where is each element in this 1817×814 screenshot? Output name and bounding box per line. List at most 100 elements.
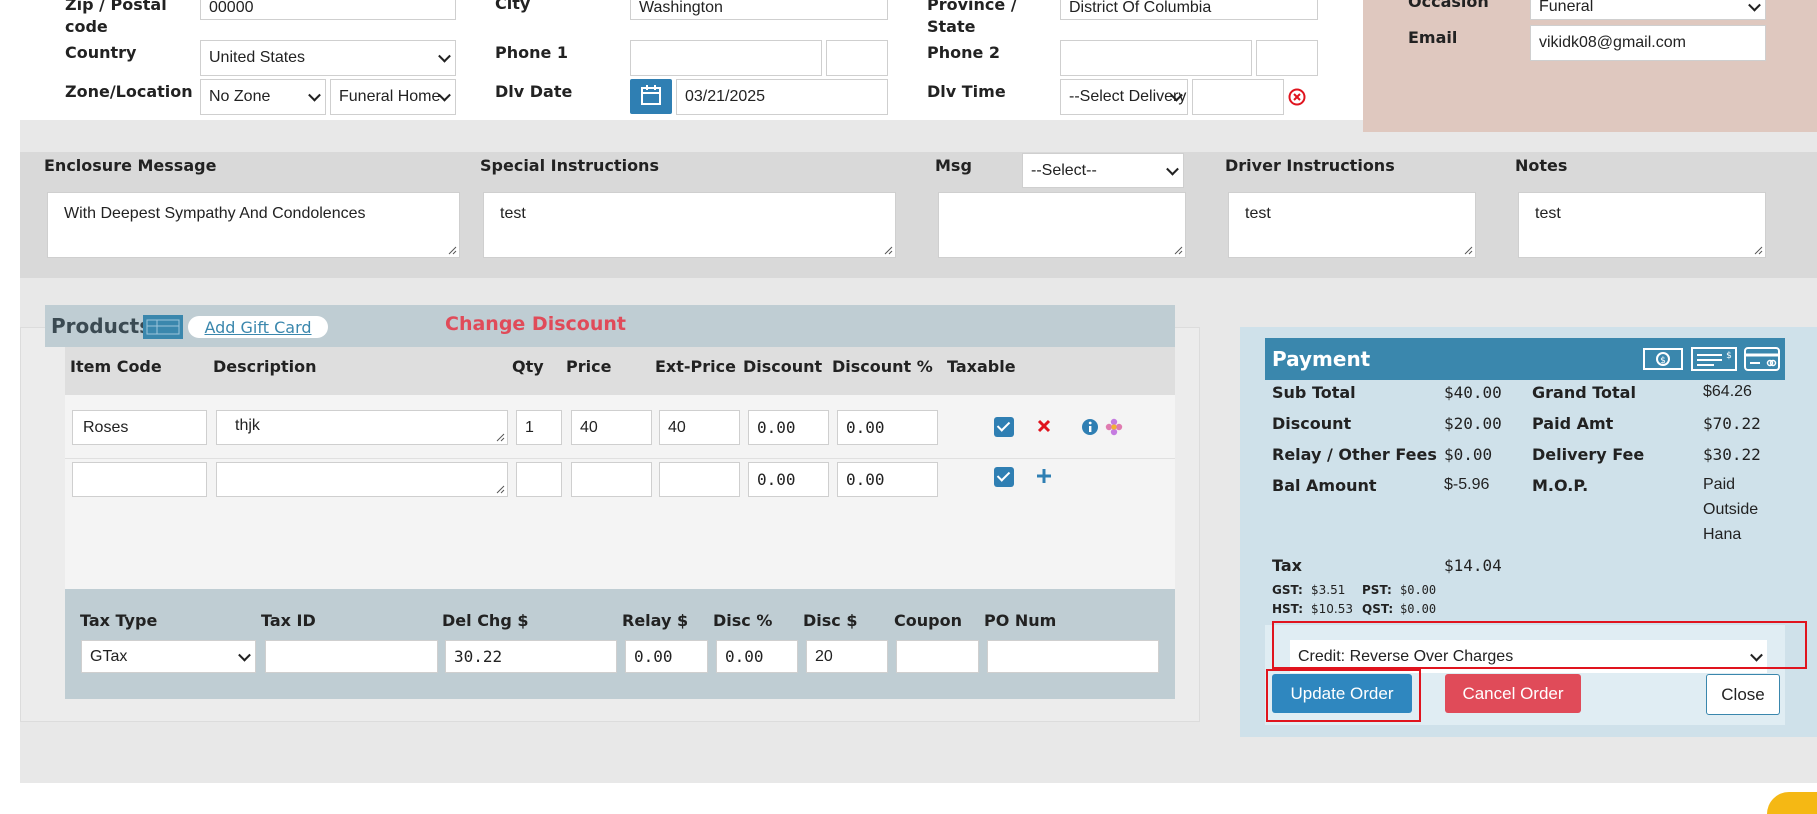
mop-line2: Outside: [1703, 501, 1759, 518]
discount-pct-input-row2[interactable]: 0.00: [837, 462, 938, 497]
special-instructions-textarea[interactable]: test: [483, 192, 896, 258]
disc-pct-input[interactable]: 0.00: [716, 640, 798, 673]
price-input-empty[interactable]: [571, 462, 652, 497]
driver-instructions-textarea[interactable]: test: [1228, 192, 1476, 258]
col-po-num: PO Num: [984, 611, 1057, 630]
del-chg-input[interactable]: 30.22: [445, 640, 617, 673]
discount-input[interactable]: 0.00: [748, 410, 829, 445]
price-input[interactable]: 40: [571, 410, 652, 445]
zip-input[interactable]: 00000: [200, 0, 456, 20]
sub-total-value: $40.00: [1444, 383, 1502, 402]
tax-type-value: GTax: [90, 647, 128, 665]
tax-value: $14.04: [1444, 556, 1502, 575]
chevron-down-icon: [1748, 0, 1761, 12]
mop-label: M.O.P.: [1532, 476, 1589, 495]
special-instructions-label: Special Instructions: [480, 156, 659, 175]
col-coupon: Coupon: [894, 611, 962, 630]
dlv-time-select[interactable]: --Select Delivery: [1060, 79, 1188, 115]
location-select[interactable]: Funeral Home: [330, 79, 456, 115]
col-discount-pct: Discount %: [832, 357, 933, 376]
pst-value: $0.00: [1400, 583, 1437, 597]
resize-handle-icon[interactable]: [1753, 245, 1763, 255]
zone-select[interactable]: No Zone: [200, 79, 326, 115]
chat-widget[interactable]: [1767, 792, 1817, 814]
add-gift-card-link[interactable]: Add Gift Card: [188, 316, 328, 338]
cancel-order-button[interactable]: Cancel Order: [1445, 674, 1581, 713]
hst-label: HST:: [1272, 602, 1304, 616]
occasion-value: Funeral: [1539, 0, 1594, 15]
col-description: Description: [213, 357, 317, 376]
resize-handle-icon[interactable]: [1173, 245, 1183, 255]
enclosure-textarea[interactable]: With Deepest Sympathy And Condolences: [47, 192, 460, 258]
phone2-ext-input[interactable]: [1256, 40, 1318, 76]
enclosure-text: With Deepest Sympathy And Condolences: [64, 205, 366, 222]
add-row-icon[interactable]: [1036, 468, 1052, 484]
driver-instructions-text: test: [1245, 205, 1271, 222]
item-code-input-empty[interactable]: [72, 462, 207, 497]
tax-id-input[interactable]: [265, 640, 438, 673]
coupon-input[interactable]: [896, 640, 979, 673]
dlv-date-input[interactable]: 03/21/2025: [676, 79, 888, 115]
dlv-time-label: Dlv Time: [927, 82, 1006, 101]
item-code-input[interactable]: Roses: [72, 410, 207, 445]
relay-input[interactable]: 0.00: [625, 640, 708, 673]
discount-input-row2[interactable]: 0.00: [748, 462, 829, 497]
resize-handle-icon[interactable]: [495, 432, 505, 442]
resize-handle-icon[interactable]: [495, 484, 505, 494]
qty-input-empty[interactable]: [516, 462, 562, 497]
phone2-input[interactable]: [1060, 40, 1252, 76]
ext-price-input-empty[interactable]: [659, 462, 740, 497]
email-label: Email: [1408, 28, 1458, 47]
resize-handle-icon[interactable]: [883, 245, 893, 255]
chevron-down-icon: [238, 648, 251, 662]
occasion-select[interactable]: Funeral: [1530, 0, 1766, 20]
taxable-checkbox[interactable]: [994, 417, 1014, 437]
paid-amt-label: Paid Amt: [1532, 414, 1614, 433]
phone1-ext-input[interactable]: [826, 40, 888, 76]
disc-amt-input[interactable]: 20: [806, 640, 888, 673]
tax-label: Tax: [1272, 556, 1302, 575]
email-input[interactable]: vikidk08@gmail.com: [1530, 25, 1766, 61]
info-icon[interactable]: [1081, 418, 1099, 436]
tax-type-select[interactable]: GTax: [81, 640, 256, 673]
bal-amount-label: Bal Amount: [1272, 476, 1377, 495]
country-value: United States: [209, 49, 306, 66]
description-textarea[interactable]: thjk: [216, 410, 508, 445]
grand-total-value: $64.26: [1703, 383, 1752, 400]
ext-price-input[interactable]: 40: [659, 410, 740, 445]
phone2-label: Phone 2: [927, 43, 1001, 62]
credit-card-icon: [1742, 344, 1782, 374]
mop-line3: Hana: [1703, 526, 1742, 543]
flower-icon[interactable]: [1105, 418, 1123, 436]
msg-textarea[interactable]: [938, 192, 1186, 258]
hst-value: $10.53: [1311, 602, 1353, 616]
description-text: thjk: [235, 417, 260, 434]
qty-input[interactable]: 1: [516, 410, 562, 445]
location-value: Funeral Home: [339, 88, 441, 105]
close-button[interactable]: Close: [1706, 674, 1780, 715]
notes-textarea[interactable]: test: [1518, 192, 1766, 258]
discount-pct-input[interactable]: 0.00: [837, 410, 938, 445]
resize-handle-icon[interactable]: [1463, 245, 1473, 255]
change-discount-link[interactable]: Change Discount: [445, 313, 626, 335]
city-input[interactable]: Washington: [630, 0, 888, 20]
svg-text:$: $: [1660, 356, 1666, 366]
description-textarea-empty[interactable]: [216, 462, 508, 497]
calendar-icon[interactable]: [630, 79, 672, 114]
country-select[interactable]: United States: [200, 40, 456, 76]
clear-icon[interactable]: [1288, 88, 1306, 106]
po-num-input[interactable]: [987, 640, 1159, 673]
col-disc-amt: Disc $: [803, 611, 858, 630]
zone-value: No Zone: [209, 88, 271, 105]
phone1-label: Phone 1: [495, 43, 569, 62]
cash-icon: $: [1642, 344, 1684, 374]
taxable-checkbox-row2[interactable]: [994, 467, 1014, 487]
resize-handle-icon[interactable]: [447, 245, 457, 255]
province-input[interactable]: District Of Columbia: [1060, 0, 1318, 20]
row-divider: [65, 458, 1175, 459]
province-label: Province / State: [927, 0, 1017, 36]
delete-row-icon[interactable]: [1036, 418, 1052, 434]
dlv-time-extra-input[interactable]: [1192, 79, 1284, 115]
phone1-input[interactable]: [630, 40, 822, 76]
msg-select[interactable]: --Select--: [1022, 153, 1184, 188]
